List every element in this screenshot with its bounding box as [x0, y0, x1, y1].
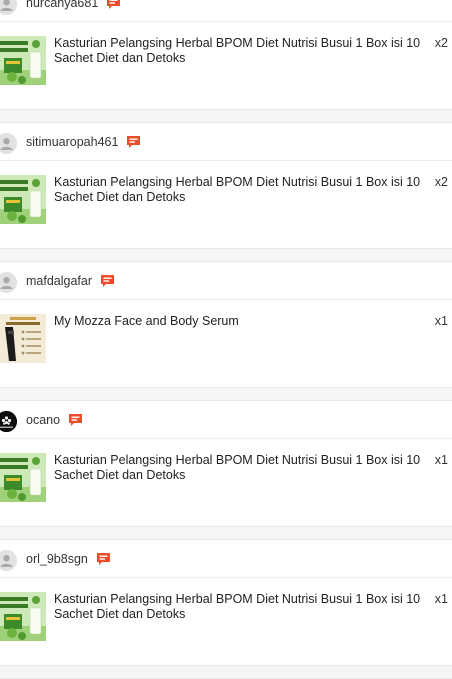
order-separator: [0, 526, 452, 540]
product-name[interactable]: Kasturian Pelangsing Herbal BPOM Diet Nu…: [54, 175, 426, 205]
order-item[interactable]: Kasturian Pelangsing Herbal BPOM Diet Nu…: [0, 22, 452, 109]
order-separator: [0, 387, 452, 401]
item-quantity: x1: [434, 453, 448, 467]
buyer-username[interactable]: ocano: [26, 413, 60, 427]
order-card: ocano Kasturian Pelangsing Herbal BPOM D…: [0, 401, 452, 540]
order-item[interactable]: My Mozza Face and Body Serum x1: [0, 300, 452, 387]
item-quantity: x2: [434, 36, 448, 50]
user-avatar-icon[interactable]: [0, 272, 17, 293]
buyer-username[interactable]: orl_9b8sgn: [26, 552, 88, 566]
buyer-username[interactable]: mafdalgafar: [26, 274, 92, 288]
buyer-row: mafdalgafar: [0, 262, 452, 300]
chat-icon[interactable]: [100, 274, 115, 288]
chat-icon[interactable]: [106, 0, 121, 10]
order-item[interactable]: Kasturian Pelangsing Herbal BPOM Diet Nu…: [0, 161, 452, 248]
order-item[interactable]: Kasturian Pelangsing Herbal BPOM Diet Nu…: [0, 578, 452, 665]
buyer-username[interactable]: sitimuaropah461: [26, 135, 118, 149]
product-name[interactable]: My Mozza Face and Body Serum: [54, 314, 426, 329]
buyer-row: ocano: [0, 401, 452, 439]
order-card: nurcahya681 Kasturian Pelangsing Herbal …: [0, 0, 452, 123]
product-thumbnail[interactable]: [0, 592, 46, 641]
item-quantity: x1: [434, 592, 448, 606]
chat-icon[interactable]: [68, 413, 83, 427]
buyer-row: sitimuaropah461: [0, 123, 452, 161]
product-name[interactable]: Kasturian Pelangsing Herbal BPOM Diet Nu…: [54, 592, 426, 622]
order-separator: [0, 109, 452, 123]
user-avatar-icon[interactable]: [0, 133, 17, 154]
order-card: mafdalgafar My Mozza Face and Body Serum…: [0, 262, 452, 401]
order-separator: [0, 248, 452, 262]
item-quantity: x1: [434, 314, 448, 328]
order-card: orl_9b8sgn Kasturian Pelangsing Herbal B…: [0, 540, 452, 679]
product-thumbnail[interactable]: [0, 314, 46, 363]
user-avatar-icon[interactable]: [0, 550, 17, 571]
product-thumbnail[interactable]: [0, 175, 46, 224]
chat-icon[interactable]: [126, 135, 141, 149]
item-quantity: x2: [434, 175, 448, 189]
chat-icon[interactable]: [96, 552, 111, 566]
order-card: sitimuaropah461 Kasturian Pelangsing Her…: [0, 123, 452, 262]
order-list: nurcahya681 Kasturian Pelangsing Herbal …: [0, 0, 452, 679]
buyer-row: nurcahya681: [0, 0, 452, 22]
product-name[interactable]: Kasturian Pelangsing Herbal BPOM Diet Nu…: [54, 453, 426, 483]
product-thumbnail[interactable]: [0, 36, 46, 85]
order-separator: [0, 665, 452, 679]
product-thumbnail[interactable]: [0, 453, 46, 502]
user-avatar-icon[interactable]: [0, 0, 17, 15]
product-name[interactable]: Kasturian Pelangsing Herbal BPOM Diet Nu…: [54, 36, 426, 66]
buyer-row: orl_9b8sgn: [0, 540, 452, 578]
buyer-username[interactable]: nurcahya681: [26, 0, 98, 10]
order-item[interactable]: Kasturian Pelangsing Herbal BPOM Diet Nu…: [0, 439, 452, 526]
user-avatar-icon[interactable]: [0, 411, 17, 432]
